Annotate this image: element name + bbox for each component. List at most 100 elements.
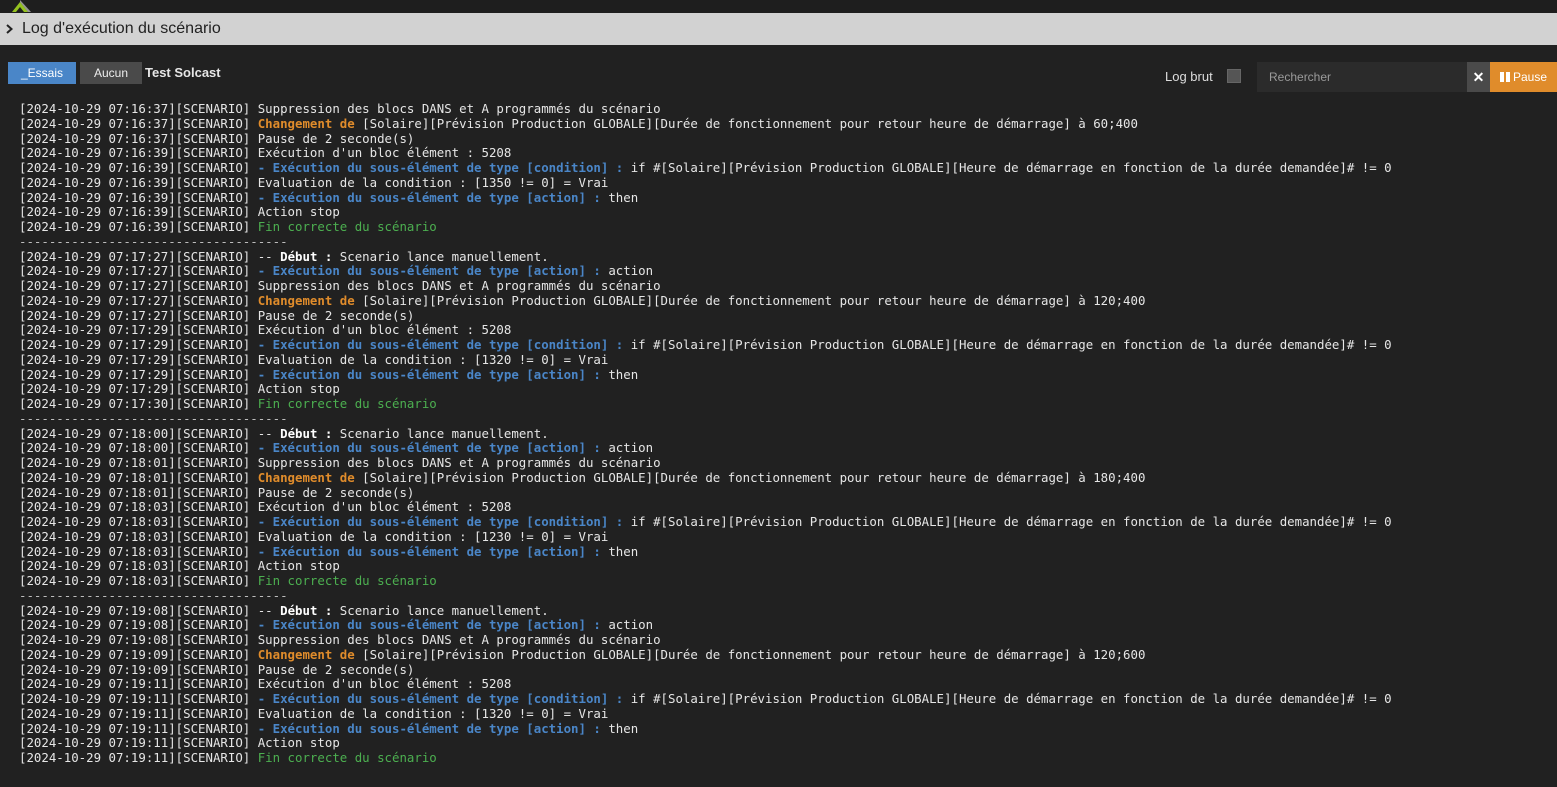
log-text-plain: if #[Solaire][Prévision Production GLOBA… [623,515,1392,529]
log-timestamp: [2024-10-29 07:18:01][SCENARIO] [19,456,258,470]
log-timestamp: [2024-10-29 07:16:37][SCENARIO] [19,131,258,146]
log-timestamp: [2024-10-29 07:19:11][SCENARIO] [19,751,258,765]
log-text-plain: Evaluation de la condition : [1320 != 0]… [257,706,609,721]
log-line: [2024-10-29 07:17:27][SCENARIO] - Exécut… [19,264,1549,279]
log-timestamp: [2024-10-29 07:16:39][SCENARIO] [19,205,258,220]
log-text-plain: then [600,367,639,382]
log-timestamp: [2024-10-29 07:19:09][SCENARIO] [19,662,258,677]
log-text-blue: - Exécution du sous-élément de type [act… [257,190,601,205]
log-text-plain: Suppression des blocs DANS et A programm… [257,633,661,647]
log-line: [2024-10-29 07:16:39][SCENARIO] - Exécut… [19,161,1549,176]
log-timestamp: [2024-10-29 07:17:29][SCENARIO] [19,352,258,367]
log-timestamp: [2024-10-29 07:19:11][SCENARIO] [19,721,258,736]
log-line: [2024-10-29 07:16:39][SCENARIO] Action s… [19,205,1549,220]
log-line: [2024-10-29 07:18:03][SCENARIO] Fin corr… [19,574,1549,589]
log-separator: ------------------------------------ [19,234,288,249]
log-text-blue: - Exécution du sous-élément de type [act… [257,367,601,382]
log-text-green: Fin correcte du scénario [257,220,437,234]
log-line: [2024-10-29 07:18:03][SCENARIO] - Exécut… [19,515,1549,530]
log-text-plain: Pause de 2 seconde(s) [257,662,415,677]
clear-search-button[interactable]: ✕ [1467,62,1490,92]
log-line: [2024-10-29 07:16:39][SCENARIO] - Exécut… [19,191,1549,206]
log-line: [2024-10-29 07:16:37][SCENARIO] Suppress… [19,102,1549,117]
log-line: [2024-10-29 07:17:27][SCENARIO] -- Début… [19,250,1549,265]
app-logo-icon [12,0,31,12]
log-timestamp: [2024-10-29 07:16:37][SCENARIO] [19,116,258,131]
log-line: [2024-10-29 07:19:11][SCENARIO] Evaluati… [19,707,1549,722]
log-line: [2024-10-29 07:16:37][SCENARIO] Changeme… [19,117,1549,132]
log-timestamp: [2024-10-29 07:18:03][SCENARIO] [19,544,258,559]
log-text-blue: - Exécution du sous-élément de type [act… [257,721,601,736]
log-text-plain: -- [257,603,281,618]
log-text-blue: - Exécution du sous-élément de type [con… [257,338,624,352]
log-text-green: Fin correcte du scénario [257,397,437,411]
log-line: [2024-10-29 07:18:03][SCENARIO] Evaluati… [19,530,1549,545]
log-line: [2024-10-29 07:19:09][SCENARIO] Changeme… [19,648,1549,663]
log-line: [2024-10-29 07:17:29][SCENARIO] Exécutio… [19,323,1549,338]
scenario-name: Test Solcast [145,65,221,80]
log-line: [2024-10-29 07:17:27][SCENARIO] Changeme… [19,294,1549,309]
log-timestamp: [2024-10-29 07:18:03][SCENARIO] [19,559,258,574]
log-text-plain: Evaluation de la condition : [1230 != 0]… [257,529,609,544]
panel-header[interactable]: Log d'exécution du scénario [0,13,1557,45]
log-brut-label: Log brut [1165,69,1213,84]
log-text-blue: - Exécution du sous-élément de type [con… [257,692,624,706]
search-input[interactable] [1257,62,1467,92]
log-timestamp: [2024-10-29 07:17:27][SCENARIO] [19,264,258,279]
log-text-plain: then [600,544,639,559]
pause-button[interactable]: Pause [1490,62,1557,92]
log-text-plain: Action stop [257,559,340,574]
log-text-green: Fin correcte du scénario [257,751,437,765]
log-timestamp: [2024-10-29 07:16:37][SCENARIO] [19,102,258,116]
log-text-plain: if #[Solaire][Prévision Production GLOBA… [623,161,1392,175]
log-line: [2024-10-29 07:19:11][SCENARIO] Action s… [19,736,1549,751]
log-text-plain: Evaluation de la condition : [1320 != 0]… [257,352,609,367]
log-line: [2024-10-29 07:19:09][SCENARIO] Pause de… [19,663,1549,678]
essais-button[interactable]: _Essais [8,62,76,84]
log-text-plain: then [600,721,639,736]
log-text-plain: Suppression des blocs DANS et A programm… [257,456,661,470]
log-line: [2024-10-29 07:18:03][SCENARIO] Exécutio… [19,500,1549,515]
aucun-button[interactable]: Aucun [80,62,142,84]
log-text-plain: Pause de 2 seconde(s) [257,485,415,500]
log-line: [2024-10-29 07:19:11][SCENARIO] Fin corr… [19,751,1549,766]
log-text-bold: Début : [280,603,333,618]
log-line: [2024-10-29 07:19:11][SCENARIO] - Exécut… [19,692,1549,707]
log-text-plain: if #[Solaire][Prévision Production GLOBA… [623,338,1392,352]
log-line: [2024-10-29 07:18:01][SCENARIO] Changeme… [19,471,1549,486]
log-timestamp: [2024-10-29 07:19:09][SCENARIO] [19,647,258,662]
log-timestamp: [2024-10-29 07:17:27][SCENARIO] [19,293,258,308]
log-timestamp: [2024-10-29 07:16:39][SCENARIO] [19,190,258,205]
log-line: [2024-10-29 07:17:29][SCENARIO] - Exécut… [19,368,1549,383]
log-text-plain: Exécution d'un bloc élément : 5208 [257,323,512,338]
log-timestamp: [2024-10-29 07:19:11][SCENARIO] [19,692,258,706]
log-text-plain: action [600,264,654,279]
log-line: [2024-10-29 07:17:29][SCENARIO] - Exécut… [19,338,1549,353]
log-timestamp: [2024-10-29 07:16:39][SCENARIO] [19,161,258,175]
log-text-plain: then [600,190,639,205]
log-text-plain: action [600,441,654,456]
log-timestamp: [2024-10-29 07:17:29][SCENARIO] [19,323,258,338]
log-output: [2024-10-29 07:16:37][SCENARIO] Suppress… [19,102,1549,766]
log-timestamp: [2024-10-29 07:18:03][SCENARIO] [19,500,258,515]
log-timestamp: [2024-10-29 07:19:08][SCENARIO] [19,603,258,618]
log-text-plain: action [600,618,654,633]
log-timestamp: [2024-10-29 07:16:39][SCENARIO] [19,175,258,190]
pause-icon [1499,72,1510,82]
log-line: [2024-10-29 07:18:03][SCENARIO] Action s… [19,559,1549,574]
log-line: [2024-10-29 07:19:08][SCENARIO] Suppress… [19,633,1549,648]
log-separator: ------------------------------------ [19,588,288,603]
log-text-plain: Action stop [257,205,340,220]
log-text-plain: Pause de 2 seconde(s) [257,308,415,323]
log-timestamp: [2024-10-29 07:18:03][SCENARIO] [19,574,258,588]
log-line: [2024-10-29 07:19:08][SCENARIO] -- Début… [19,604,1549,619]
log-brut-checkbox[interactable] [1227,69,1241,83]
log-text-plain: Action stop [257,382,340,397]
log-timestamp: [2024-10-29 07:18:00][SCENARIO] [19,426,258,441]
log-line: [2024-10-29 07:19:11][SCENARIO] Exécutio… [19,677,1549,692]
log-text-plain: Exécution d'un bloc élément : 5208 [257,500,512,515]
log-text-plain: Exécution d'un bloc élément : 5208 [257,677,512,692]
log-separator: ------------------------------------ [19,411,288,426]
log-text-orange: Changement de [257,116,355,131]
log-text-plain: Scenario lance manuellement. [332,603,549,618]
